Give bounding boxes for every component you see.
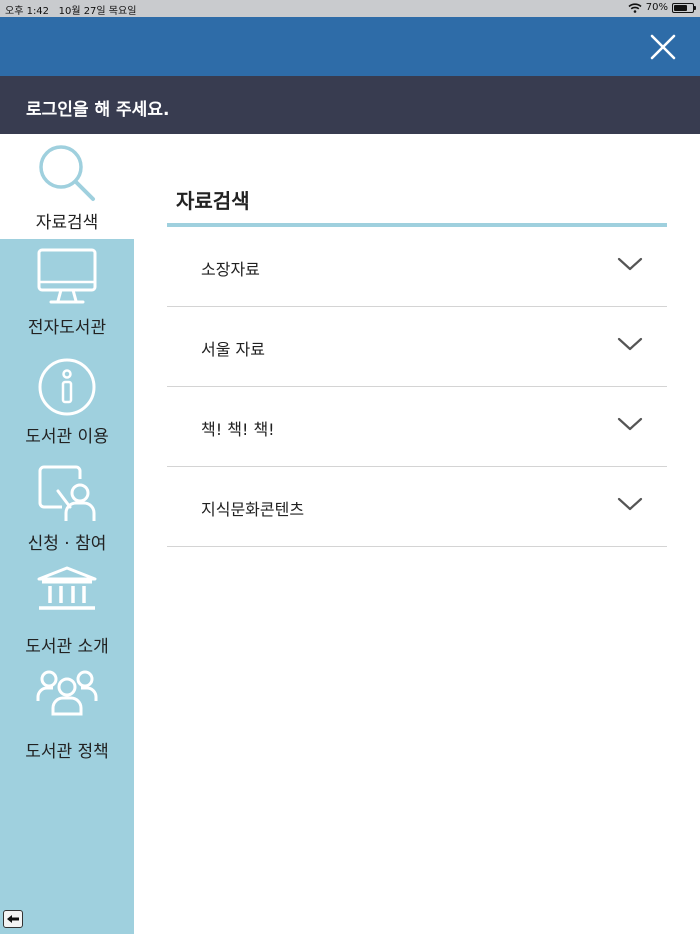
status-bar: 오후 1:42 10월 27일 목요일 70% [0, 0, 700, 17]
sidebar-item-label: 도서관 정책 [25, 742, 109, 762]
battery-percent: 70% [645, 2, 668, 13]
status-time: 오후 1:42 [5, 6, 50, 17]
accordion-label: 지식문화콘텐츠 [201, 500, 305, 519]
accordion-item-knowledge-content[interactable]: 지식문화콘텐츠 [167, 467, 667, 547]
wifi-icon [628, 2, 642, 13]
info-icon [38, 358, 96, 416]
status-indicators: 70% [628, 2, 696, 13]
login-prompt-bar[interactable]: 로그인을 해 주세요. [0, 76, 700, 134]
sidebar-item-library-policy[interactable]: 도서관 정책 [0, 667, 134, 767]
sidebar-item-e-library[interactable]: 전자도서관 [0, 247, 134, 347]
status-date: 10월 27일 목요일 [58, 6, 137, 17]
accordion-label: 책! 책! 책! [201, 420, 275, 439]
sidebar-item-library-intro[interactable]: 도서관 소개 [0, 565, 134, 665]
status-time-date: 오후 1:42 10월 27일 목요일 [5, 2, 136, 17]
sidebar-item-label: 전자도서관 [27, 318, 107, 338]
request-icon [38, 465, 96, 521]
chevron-down-icon [617, 257, 643, 271]
sidebar-item-label: 자료검색 [35, 213, 99, 233]
sidebar-item-apply-participate[interactable]: 신청 · 참여 [0, 463, 134, 563]
login-prompt[interactable]: 로그인을 해 주세요. [26, 100, 169, 120]
menu-content: 자료검색 전자도서관 도서관 이용 신청 · 참여 도서관 소개 도서관 정책 … [0, 134, 700, 934]
sidebar-item-label: 신청 · 참여 [27, 534, 107, 554]
chevron-down-icon [617, 417, 643, 431]
accordion-label: 소장자료 [201, 260, 260, 279]
accordion-item-books[interactable]: 책! 책! 책! [167, 387, 667, 467]
accordion-item-holdings[interactable]: 소장자료 [167, 227, 667, 307]
sidebar-item-label: 도서관 이용 [25, 427, 109, 447]
sidebar: 자료검색 전자도서관 도서관 이용 신청 · 참여 도서관 소개 도서관 정책 [0, 134, 134, 934]
battery-level [674, 4, 687, 11]
back-button[interactable] [3, 910, 23, 928]
sidebar-item-search[interactable]: 자료검색 [0, 134, 134, 239]
chevron-down-icon [617, 337, 643, 351]
main-panel: 자료검색 소장자료 서울 자료 책! 책! 책! 지식문화콘텐츠 [167, 134, 667, 547]
accordion-item-seoul-materials[interactable]: 서울 자료 [167, 307, 667, 387]
page-title: 자료검색 [176, 189, 250, 213]
battery-icon [672, 2, 696, 13]
people-group-icon [36, 670, 98, 716]
monitor-icon [37, 248, 97, 304]
library-building-icon [37, 566, 97, 610]
close-icon [650, 34, 676, 60]
sidebar-item-library-use[interactable]: 도서관 이용 [0, 358, 134, 458]
top-bar [0, 17, 700, 76]
search-icon [39, 145, 95, 201]
accordion-label: 서울 자료 [201, 340, 265, 359]
chevron-down-icon [617, 497, 643, 511]
sidebar-item-label: 도서관 소개 [25, 637, 109, 657]
arrow-left-icon [7, 915, 19, 923]
close-button[interactable] [648, 32, 678, 62]
